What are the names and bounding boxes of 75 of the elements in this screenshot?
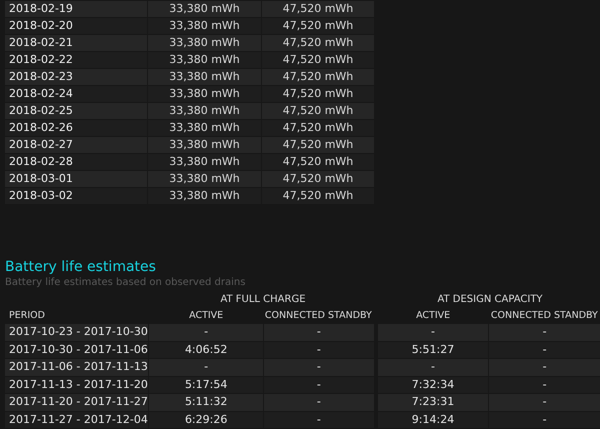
table-cell: 2018-02-28 [5, 154, 147, 170]
table-cell: 2018-02-22 [5, 52, 147, 68]
column-header: CONNECTED STANDBY [490, 309, 599, 323]
table-cell: 33,380 mWh [148, 35, 261, 51]
table-cell: 33,380 mWh [148, 1, 261, 17]
table-cell: 2017-11-27 - 2017-12-04 [5, 412, 148, 428]
table-cell: 2018-02-25 [5, 103, 147, 119]
table-cell: - [489, 376, 600, 393]
table-cell: 33,380 mWh [148, 86, 261, 102]
table-cell: - [149, 359, 263, 376]
table-cell: - [489, 324, 600, 340]
table-cell: 47,520 mWh [262, 86, 374, 102]
group-header: AT FULL CHARGE [219, 293, 307, 307]
table-cell: 5:11:32 [149, 394, 263, 410]
table-cell: 2017-11-20 - 2017-11-27 [5, 394, 148, 410]
table-cell: 33,380 mWh [148, 188, 261, 204]
section-subtitle: Battery life estimates based on observed drains [5, 276, 246, 290]
table-cell: 47,520 mWh [262, 18, 374, 34]
table-cell: 2018-03-02 [5, 188, 147, 204]
table-cell: 4:06:52 [149, 342, 263, 358]
table-cell: - [489, 412, 600, 428]
table-cell: 47,520 mWh [262, 171, 374, 187]
table-cell: 2018-02-19 [5, 1, 147, 17]
table-cell: 2017-10-30 - 2017-11-06 [5, 342, 148, 358]
table-cell: 2017-11-13 - 2017-11-20 [5, 376, 148, 393]
table-cell: 7:23:31 [378, 394, 488, 410]
table-cell: 47,520 mWh [262, 188, 374, 204]
table-cell: 33,380 mWh [148, 52, 261, 68]
table-cell: 2018-02-20 [5, 18, 147, 34]
table-cell: - [489, 359, 600, 376]
table-cell: 47,520 mWh [262, 120, 374, 136]
table-cell: 33,380 mWh [148, 103, 261, 119]
table-cell: - [264, 412, 374, 428]
table-cell: 9:14:24 [378, 412, 488, 428]
table-cell: - [489, 394, 600, 410]
table-cell: - [489, 342, 600, 358]
column-header: CONNECTED STANDBY [264, 309, 373, 323]
table-cell: 5:17:54 [149, 376, 263, 393]
table-cell: 47,520 mWh [262, 35, 374, 51]
table-cell: 33,380 mWh [148, 154, 261, 170]
table-cell: 33,380 mWh [148, 137, 261, 153]
table-cell: - [264, 324, 374, 340]
group-header: AT DESIGN CAPACITY [436, 293, 544, 307]
section-title: Battery life estimates [5, 258, 157, 276]
table-cell: 47,520 mWh [262, 103, 374, 119]
table-cell: 33,380 mWh [148, 171, 261, 187]
table-cell: - [378, 324, 488, 340]
table-cell: 33,380 mWh [148, 120, 261, 136]
table-cell: 47,520 mWh [262, 69, 374, 85]
table-cell: - [264, 394, 374, 410]
table-cell: 2017-11-06 - 2017-11-13 [5, 359, 148, 376]
table-cell: 7:32:34 [378, 376, 488, 393]
table-cell: 2018-02-26 [5, 120, 147, 136]
table-cell: - [264, 342, 374, 358]
column-header: ACTIVE [415, 309, 452, 323]
table-cell: 2018-03-01 [5, 171, 147, 187]
column-header: PERIOD [8, 309, 46, 323]
column-header: ACTIVE [188, 309, 224, 323]
table-cell: 47,520 mWh [262, 52, 374, 68]
table-cell: 47,520 mWh [262, 154, 374, 170]
table-cell: 33,380 mWh [148, 18, 261, 34]
table-cell: 47,520 mWh [262, 137, 374, 153]
table-cell: 33,380 mWh [148, 69, 261, 85]
table-cell: - [149, 324, 263, 340]
table-cell: 2018-02-23 [5, 69, 147, 85]
table-cell: - [264, 359, 374, 376]
table-cell: - [378, 359, 488, 376]
table-cell: 47,520 mWh [262, 1, 374, 17]
table-cell: - [264, 376, 374, 393]
table-cell: 2017-10-23 - 2017-10-30 [5, 324, 148, 340]
table-cell: 6:29:26 [149, 412, 263, 428]
table-cell: 2018-02-24 [5, 86, 147, 102]
table-cell: 2018-02-27 [5, 137, 147, 153]
table-cell: 5:51:27 [378, 342, 488, 358]
table-cell: 2018-02-21 [5, 35, 147, 51]
